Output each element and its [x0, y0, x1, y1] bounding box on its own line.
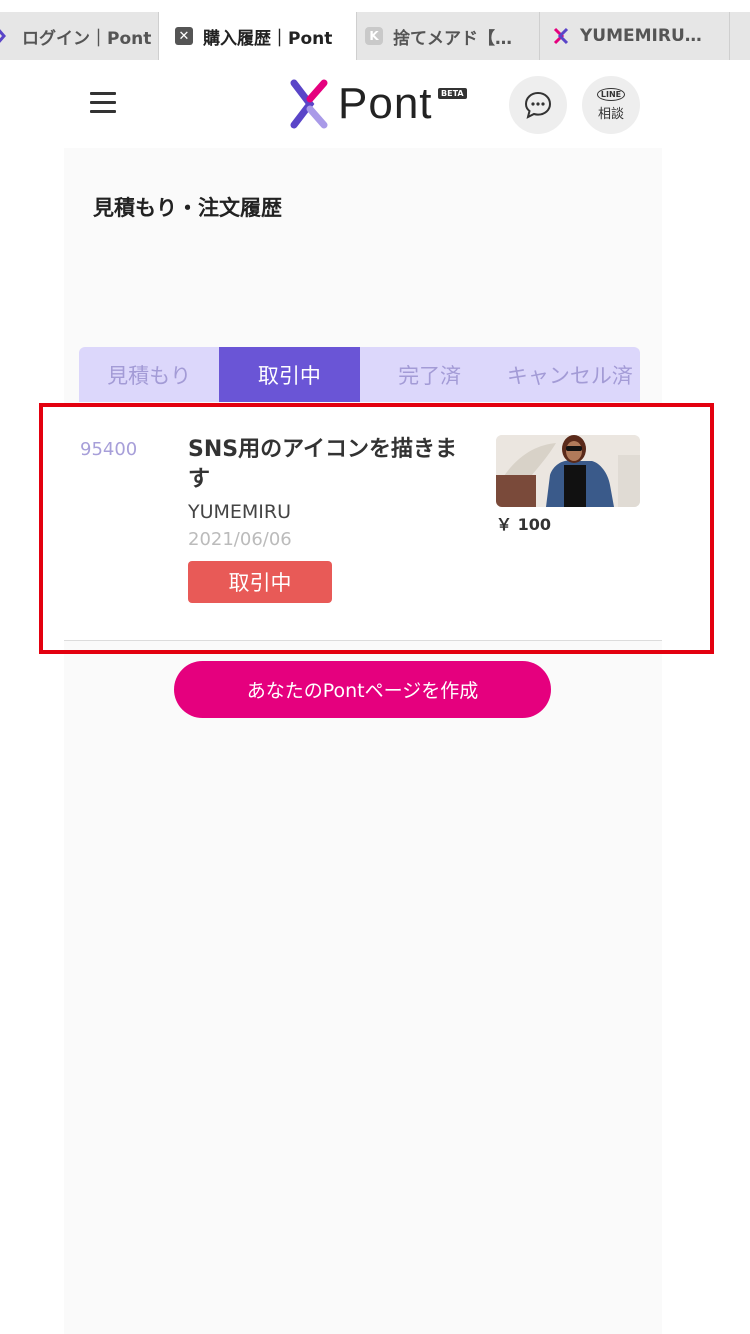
order-date: 2021/06/06 [188, 529, 292, 550]
content-panel [64, 148, 662, 1334]
order-status-tabs: 見積もり 取引中 完了済 キャンセル済 [79, 347, 640, 402]
pont-logo[interactable]: Pont BETA [290, 78, 467, 130]
tab-cancelled[interactable]: キャンセル済 [499, 347, 640, 402]
browser-tab-label: 捨てメアド【… [393, 28, 512, 49]
pont-icon [0, 27, 12, 45]
close-box-icon: ✕ [175, 27, 193, 45]
product-thumbnail[interactable] [496, 435, 640, 507]
browser-tab-label: YUMEMIRU… [580, 26, 702, 46]
tab-in-progress[interactable]: 取引中 [219, 347, 360, 402]
tab-estimates[interactable]: 見積もり [79, 347, 220, 402]
pont-logo-icon [290, 79, 328, 129]
menu-icon[interactable] [90, 92, 116, 114]
line-consult-button[interactable]: LINE 相談 [582, 76, 640, 134]
status-badge: 取引中 [188, 561, 332, 603]
browser-tab-login[interactable]: ログイン｜Pont [0, 12, 159, 60]
create-pont-page-button[interactable]: あなたのPontページを作成 [174, 661, 551, 718]
order-id: 95400 [80, 439, 138, 460]
browser-tab-strip: ログイン｜Pont ✕ 購入履歴｜Pont K 捨てメアド【… YUMEMIRU… [0, 12, 750, 61]
chat-bubble-icon [524, 91, 552, 119]
order-list-item[interactable]: 95400 SNS用のアイコンを描きます YUMEMIRU 2021/06/06… [64, 403, 662, 641]
browser-tab-label: 購入履歴｜Pont [203, 28, 333, 49]
chat-button[interactable] [509, 76, 567, 134]
seller-name[interactable]: YUMEMIRU [188, 501, 291, 523]
app-header: Pont BETA LINE 相談 [0, 60, 750, 148]
order-title[interactable]: SNS用のアイコンを描きます [188, 435, 473, 495]
line-icon: LINE [596, 88, 626, 101]
line-consult-label: 相談 [597, 107, 624, 122]
browser-tab-purchase-history[interactable]: ✕ 購入履歴｜Pont [159, 12, 357, 60]
browser-tab-temp-mail[interactable]: K 捨てメアド【… [357, 12, 540, 60]
tab-completed[interactable]: 完了済 [359, 347, 500, 402]
browser-tab-label: ログイン｜Pont [22, 28, 152, 49]
pont-icon [552, 27, 570, 45]
beta-badge: BETA [438, 88, 467, 99]
page-title: 見積もり・注文履歴 [93, 196, 282, 220]
k-icon: K [365, 27, 383, 45]
logo-text: Pont [338, 79, 433, 128]
price: ￥ 100 [496, 515, 551, 534]
browser-tab-yumemiru[interactable]: YUMEMIRU… [540, 12, 730, 60]
